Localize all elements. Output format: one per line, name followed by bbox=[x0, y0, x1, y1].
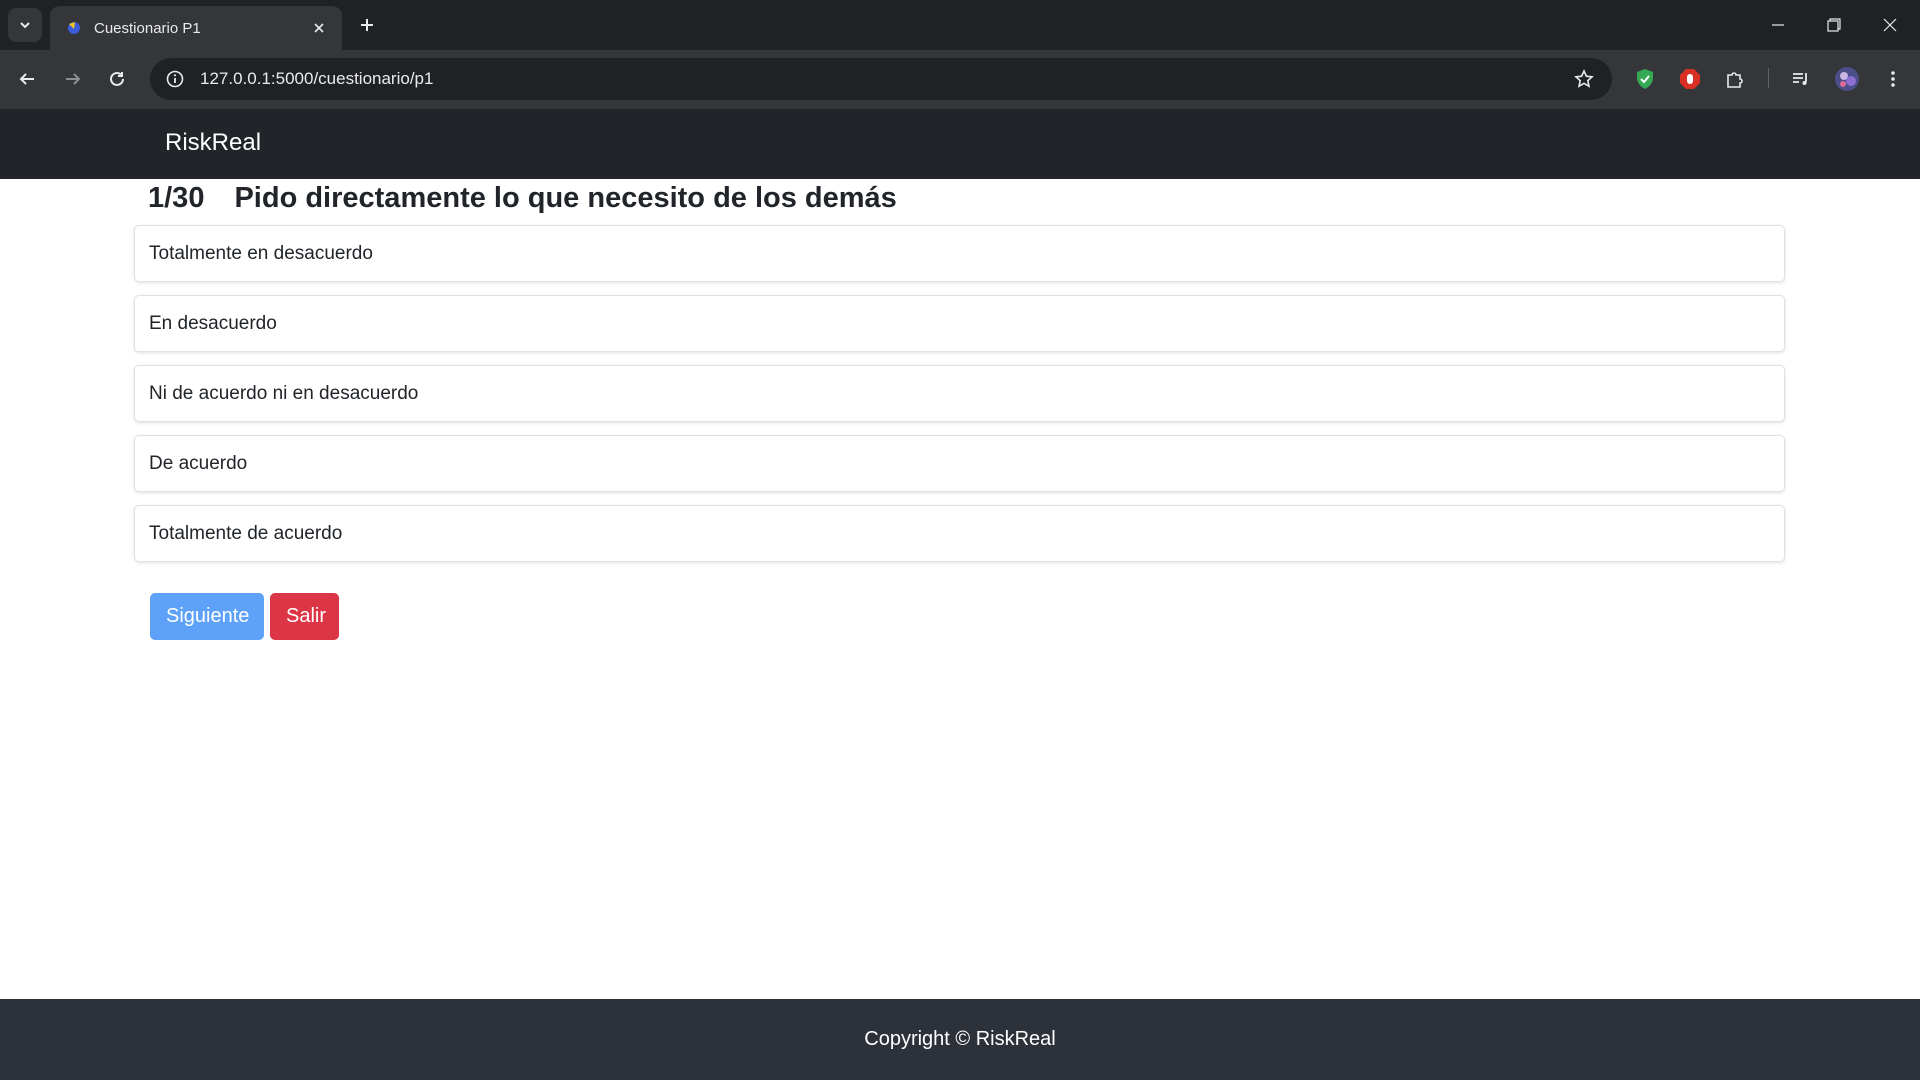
kebab-menu-icon bbox=[1891, 71, 1895, 87]
arrow-left-icon bbox=[19, 73, 34, 85]
window-close-button[interactable] bbox=[1862, 0, 1918, 50]
answer-options-list: Totalmente en desacuerdo En desacuerdo N… bbox=[134, 225, 1785, 575]
shield-extension-button[interactable] bbox=[1628, 62, 1662, 96]
shield-extension-icon bbox=[1637, 69, 1653, 89]
favicon-icon bbox=[68, 22, 80, 34]
minimize-icon bbox=[1772, 24, 1784, 26]
star-icon bbox=[1574, 69, 1594, 88]
arrow-right-icon bbox=[66, 73, 81, 85]
profile-button[interactable] bbox=[1830, 62, 1864, 96]
extensions-button[interactable] bbox=[1718, 62, 1752, 96]
media-control-button[interactable] bbox=[1784, 62, 1818, 96]
stop-hand-extension-icon bbox=[1680, 69, 1700, 89]
question-number: 1/30 bbox=[148, 182, 205, 214]
info-icon bbox=[166, 70, 184, 88]
question-text: Pido directamente lo que necesito de los… bbox=[234, 182, 897, 214]
close-icon bbox=[314, 23, 324, 33]
page-footer: Copyright © RiskReal bbox=[0, 999, 1920, 1080]
app-navbar: RiskReal bbox=[0, 109, 1920, 179]
close-icon bbox=[1883, 18, 1897, 32]
toolbar-divider bbox=[1768, 68, 1769, 88]
back-button[interactable] bbox=[10, 62, 44, 96]
site-info-button[interactable] bbox=[154, 58, 196, 100]
reload-button[interactable] bbox=[100, 62, 134, 96]
answer-option-en-desacuerdo[interactable]: En desacuerdo bbox=[134, 295, 1785, 352]
forward-button[interactable] bbox=[56, 62, 90, 96]
browser-menu-button[interactable] bbox=[1876, 62, 1910, 96]
browser-tab-active[interactable]: Cuestionario P1 bbox=[50, 6, 342, 50]
brand-link[interactable]: RiskReal bbox=[165, 129, 261, 157]
answer-option-totalmente-en-desacuerdo[interactable]: Totalmente en desacuerdo bbox=[134, 225, 1785, 282]
puzzle-extensions-icon bbox=[1727, 72, 1743, 88]
reload-icon bbox=[110, 71, 124, 86]
url-text[interactable]: 127.0.0.1:5000/cuestionario/p1 bbox=[200, 69, 1564, 89]
answer-option-neutral[interactable]: Ni de acuerdo ni en desacuerdo bbox=[134, 365, 1785, 422]
new-tab-button[interactable] bbox=[352, 10, 382, 40]
stop-hand-extension-button[interactable] bbox=[1673, 62, 1707, 96]
bookmark-button[interactable] bbox=[1564, 59, 1604, 99]
next-button[interactable]: Siguiente bbox=[150, 593, 264, 640]
browser-toolbar: 127.0.0.1:5000/cuestionario/p1 bbox=[0, 50, 1920, 109]
profile-avatar-icon bbox=[1835, 67, 1859, 91]
answer-option-de-acuerdo[interactable]: De acuerdo bbox=[134, 435, 1785, 492]
question-heading: 1/30 Pido directamente lo que necesito d… bbox=[148, 182, 897, 215]
window-minimize-button[interactable] bbox=[1750, 0, 1806, 50]
answer-option-totalmente-de-acuerdo[interactable]: Totalmente de acuerdo bbox=[134, 505, 1785, 562]
browser-tab-strip: Cuestionario P1 bbox=[0, 0, 1920, 50]
tab-search-button[interactable] bbox=[8, 8, 42, 42]
address-bar[interactable]: 127.0.0.1:5000/cuestionario/p1 bbox=[150, 58, 1612, 100]
copyright-text: Copyright © RiskReal bbox=[864, 1028, 1056, 1050]
tab-title: Cuestionario P1 bbox=[94, 19, 201, 37]
plus-icon bbox=[361, 19, 373, 31]
exit-button[interactable]: Salir bbox=[270, 593, 339, 640]
chevron-down-icon bbox=[20, 22, 30, 29]
window-restore-button[interactable] bbox=[1806, 0, 1862, 50]
media-control-icon bbox=[1793, 73, 1807, 85]
tab-close-button[interactable] bbox=[308, 17, 330, 39]
restore-icon bbox=[1827, 18, 1841, 32]
